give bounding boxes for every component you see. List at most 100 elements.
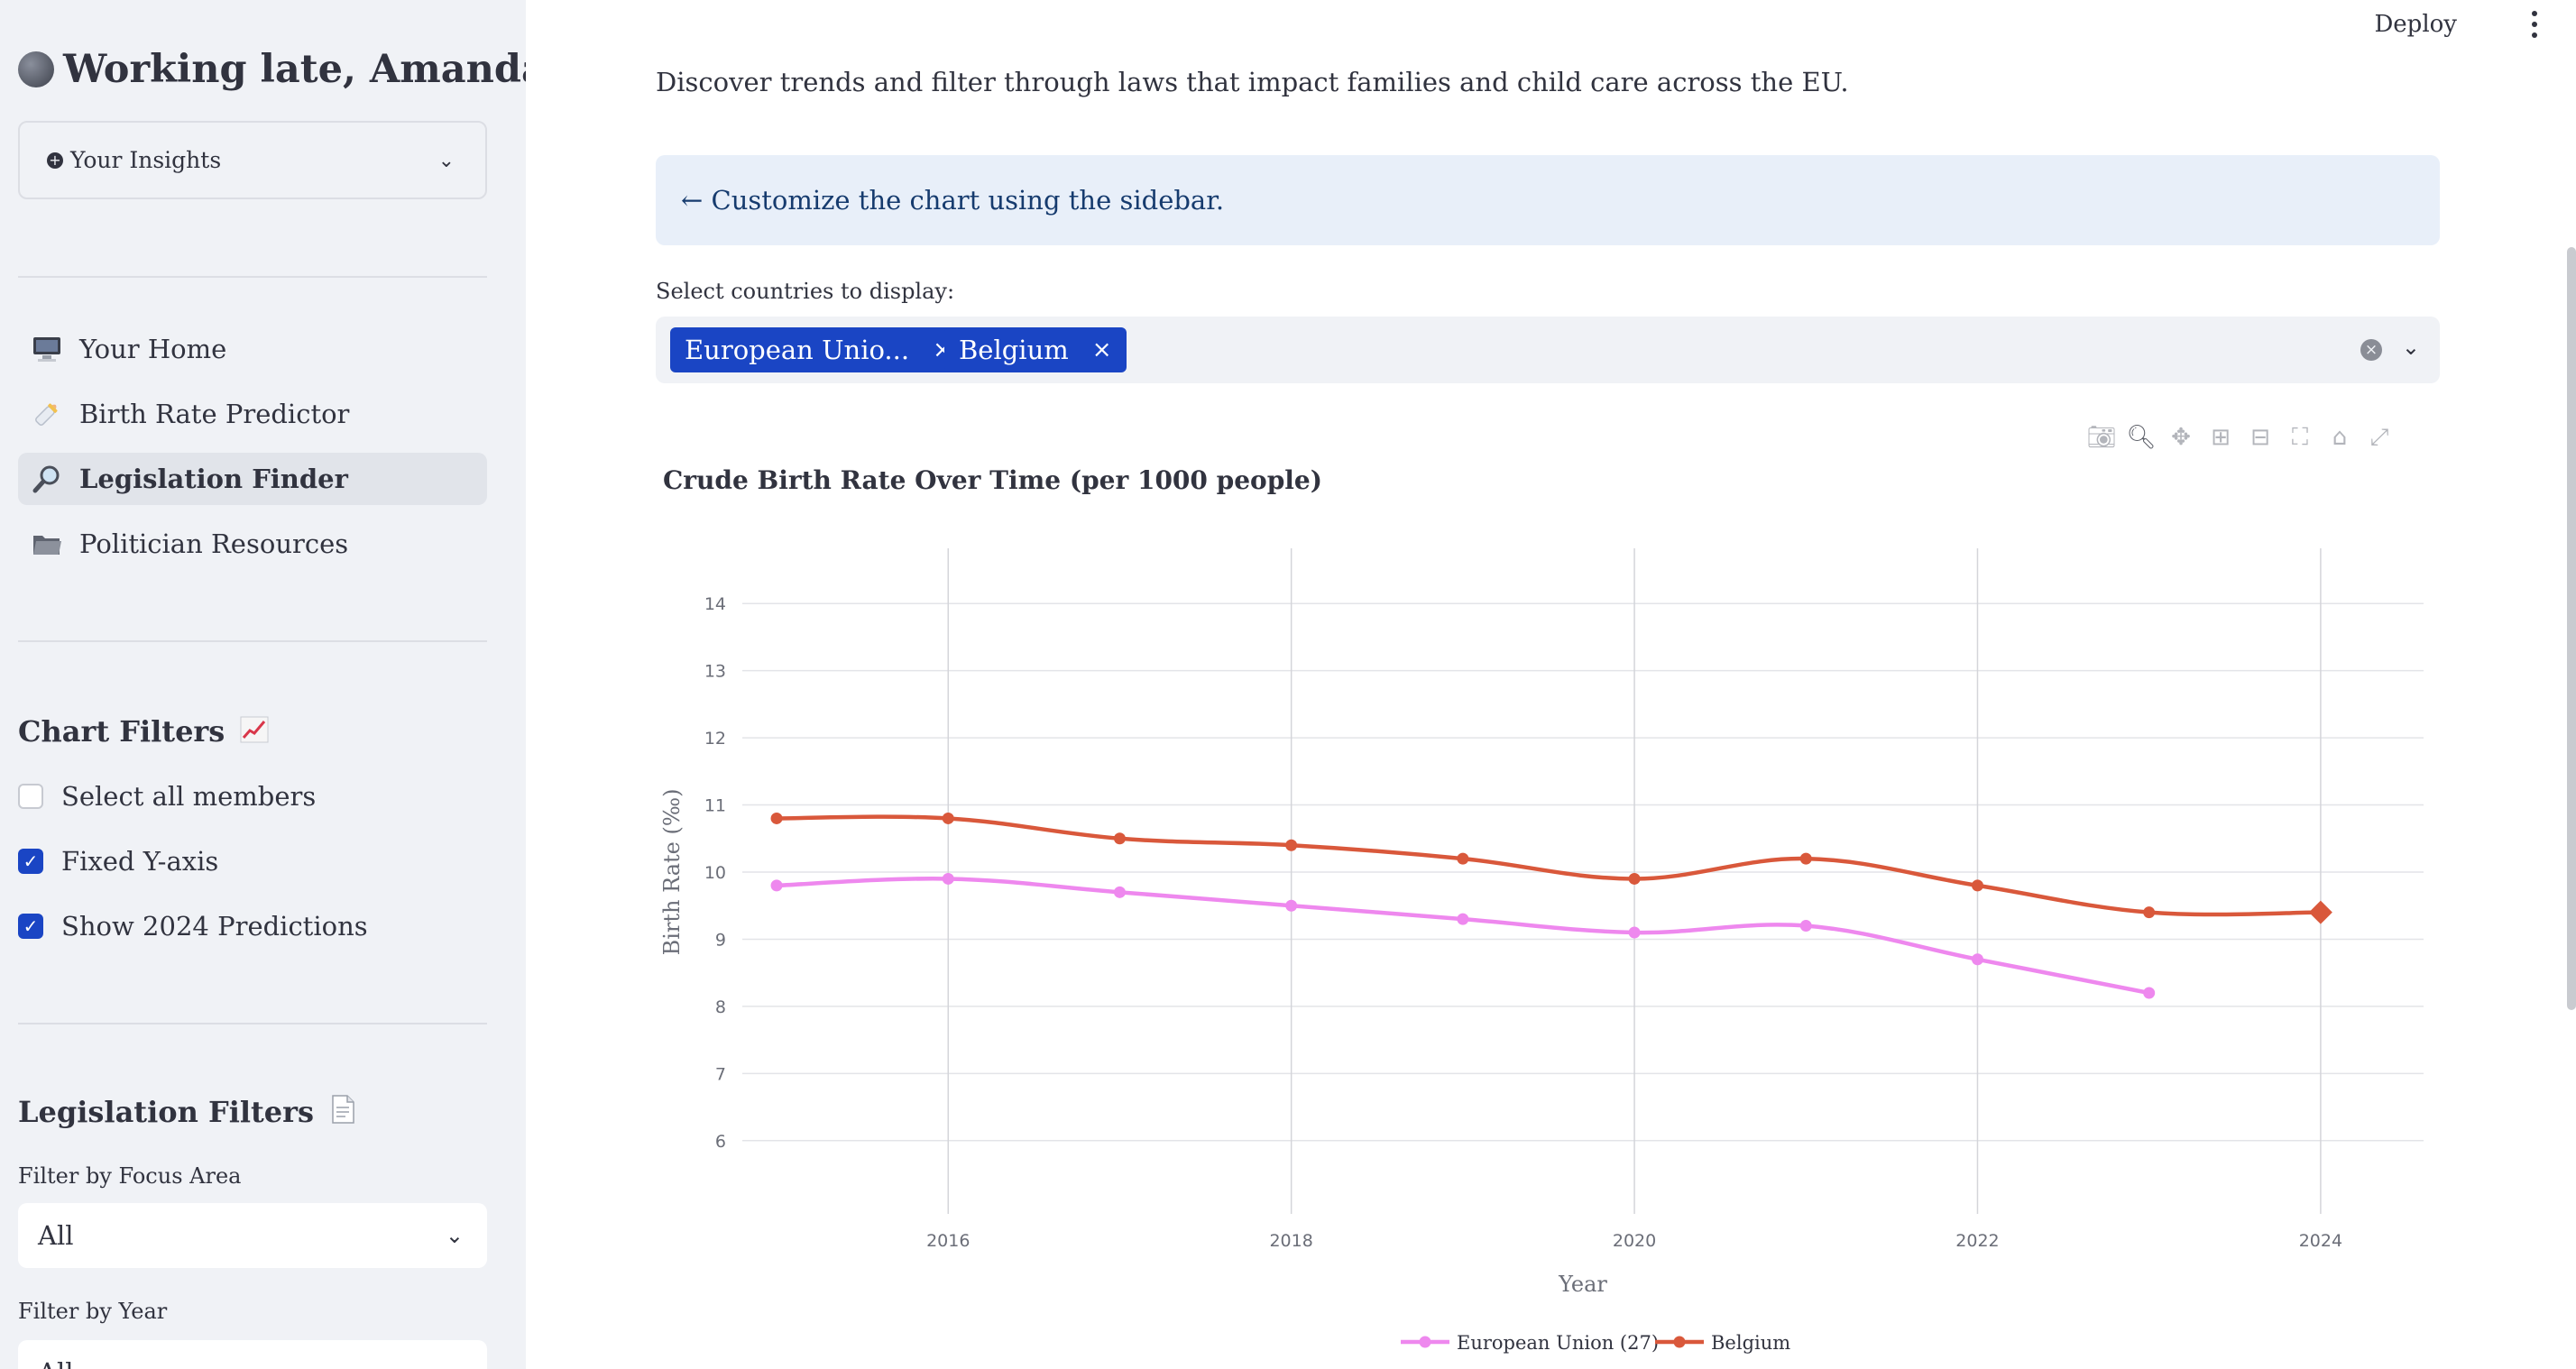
chart-title: Crude Birth Rate Over Time (per 1000 peo…	[663, 465, 1322, 495]
magnifier-icon	[31, 464, 63, 493]
checkbox-label: Select all members	[61, 781, 317, 812]
focus-area-label: Filter by Focus Area	[18, 1163, 242, 1189]
chevron-down-icon: ⌄	[437, 150, 455, 172]
sidebar-divider	[18, 640, 487, 642]
data-point	[2143, 987, 2156, 999]
nav-label: Your Home	[79, 334, 227, 364]
x-axis-ticks: 2016 2018 2020 2022 2024	[926, 1231, 2342, 1251]
data-point	[1285, 839, 1298, 851]
series-line	[777, 814, 2321, 917]
info-alert: ← Customize the chart using the sidebar.	[656, 155, 2440, 245]
country-select-label: Select countries to display:	[656, 279, 955, 304]
baby-bottle-icon	[31, 400, 63, 428]
nav-label: Birth Rate Predictor	[79, 399, 350, 429]
country-chip-belgium: Belgium ×	[944, 327, 1127, 372]
y-tick-label: 13	[704, 662, 726, 682]
country-multiselect[interactable]: European Unio... × Belgium × × ⌄	[656, 317, 2440, 383]
data-point	[770, 879, 783, 892]
chevron-down-icon: ⌄	[445, 1223, 464, 1248]
prediction-marker	[2308, 900, 2332, 924]
data-point	[942, 812, 954, 824]
zoom-out-icon[interactable]: ⊟	[2247, 424, 2274, 451]
x-tick-label: 2016	[926, 1231, 970, 1251]
chart-legend: European Union (27) Belgium	[1401, 1332, 1790, 1354]
checkmark-icon[interactable]: ✓	[18, 914, 43, 939]
data-point	[1799, 920, 1812, 933]
chart-filters-title: Chart Filters	[18, 714, 225, 749]
chip-label: Belgium	[959, 335, 1069, 365]
data-point	[1457, 852, 1469, 865]
focus-area-value: All	[38, 1220, 74, 1251]
main-content: Deploy Discover trends and filter throug…	[526, 0, 2576, 1369]
chart-filters-heading: Chart Filters	[18, 714, 269, 750]
nav-item-birth-rate-predictor[interactable]: Birth Rate Predictor	[18, 388, 487, 440]
birth-rate-chart[interactable]: Crude Birth Rate Over Time (per 1000 peo…	[656, 451, 2451, 1369]
nav-item-your-home[interactable]: Your Home	[18, 323, 487, 375]
year-filter-label: Filter by Year	[18, 1299, 168, 1324]
nav-item-politician-resources[interactable]: Politician Resources	[18, 518, 487, 570]
y-tick-label: 8	[715, 997, 726, 1017]
fullscreen-icon[interactable]: ⤢	[2366, 424, 2393, 451]
legend-label: Belgium	[1711, 1332, 1790, 1354]
chart-series	[770, 812, 2332, 999]
series-line	[776, 877, 2150, 996]
data-point	[1285, 899, 1298, 912]
data-point	[2143, 906, 2156, 919]
data-point	[942, 872, 954, 885]
autoscale-icon[interactable]: ⛶	[2286, 424, 2314, 451]
year-filter-select[interactable]: All ⌄	[18, 1340, 487, 1369]
select-all-members-checkbox[interactable]: Select all members	[18, 781, 316, 812]
intro-text: Discover trends and filter through laws …	[656, 67, 1849, 97]
legend-label: European Union (27)	[1457, 1332, 1659, 1354]
x-tick-label: 2018	[1269, 1231, 1312, 1251]
folder-icon	[31, 529, 63, 558]
checkbox-unchecked-icon[interactable]	[18, 784, 43, 809]
data-point	[1628, 926, 1641, 939]
data-point	[1971, 879, 1983, 892]
deploy-button[interactable]: Deploy	[2374, 11, 2457, 38]
chart-modebar: 📷︎ 🔍︎ ✥ ⊞ ⊟ ⛶ ⌂ ⤢	[2087, 424, 2393, 452]
y-tick-label: 12	[704, 729, 726, 749]
chart-up-icon	[240, 716, 269, 750]
chevron-down-icon: ⌄	[446, 1360, 464, 1369]
y-tick-label: 14	[704, 594, 726, 614]
checkmark-icon[interactable]: ✓	[18, 849, 43, 874]
data-point	[1457, 913, 1469, 925]
greeting-text: Working late, Amanda!	[63, 47, 526, 92]
main-menu-kebab-icon[interactable]	[2531, 11, 2538, 38]
data-point	[770, 812, 783, 824]
x-axis-label: Year	[1558, 1272, 1607, 1297]
clear-all-icon[interactable]: ×	[2360, 339, 2382, 361]
camera-icon[interactable]: 📷︎	[2087, 424, 2117, 451]
x-tick-label: 2020	[1613, 1231, 1656, 1251]
chevron-down-icon[interactable]: ⌄	[2402, 335, 2420, 360]
y-tick-label: 11	[704, 796, 726, 816]
monitor-icon	[31, 335, 63, 363]
data-point	[1799, 852, 1812, 865]
insights-expander[interactable]: + Your Insights ⌄	[18, 121, 487, 199]
y-tick-label: 6	[715, 1132, 726, 1152]
nav-item-legislation-finder[interactable]: Legislation Finder	[18, 453, 487, 505]
x-tick-label: 2024	[2299, 1231, 2342, 1251]
checkbox-label: Fixed Y-axis	[61, 846, 219, 877]
chip-label: European Unio...	[685, 335, 910, 365]
zoom-icon[interactable]: 🔍︎	[2127, 424, 2157, 451]
focus-area-select[interactable]: All ⌄	[18, 1203, 487, 1268]
fixed-y-axis-checkbox[interactable]: ✓ Fixed Y-axis	[18, 846, 218, 877]
y-axis-label: Birth Rate (‰)	[659, 789, 685, 956]
remove-chip-icon[interactable]: ×	[1092, 336, 1112, 363]
insights-label: Your Insights	[70, 147, 222, 173]
legend-swatch-marker	[1673, 1336, 1686, 1348]
data-point	[1113, 832, 1126, 845]
nav-label: Legislation Finder	[79, 464, 348, 494]
sidebar: Working late, Amanda! + Your Insights ⌄ …	[0, 0, 526, 1369]
data-point	[1628, 872, 1641, 885]
legend-swatch-marker	[1419, 1336, 1431, 1348]
legislation-filters-heading: Legislation Filters	[18, 1095, 356, 1131]
page-scrollbar[interactable]	[2567, 247, 2576, 1010]
reset-axes-icon[interactable]: ⌂	[2326, 424, 2353, 451]
show-2024-predictions-checkbox[interactable]: ✓ Show 2024 Predictions	[18, 911, 368, 942]
pan-icon[interactable]: ✥	[2167, 424, 2194, 451]
legislation-filters-title: Legislation Filters	[18, 1095, 315, 1129]
zoom-in-icon[interactable]: ⊞	[2207, 424, 2234, 451]
